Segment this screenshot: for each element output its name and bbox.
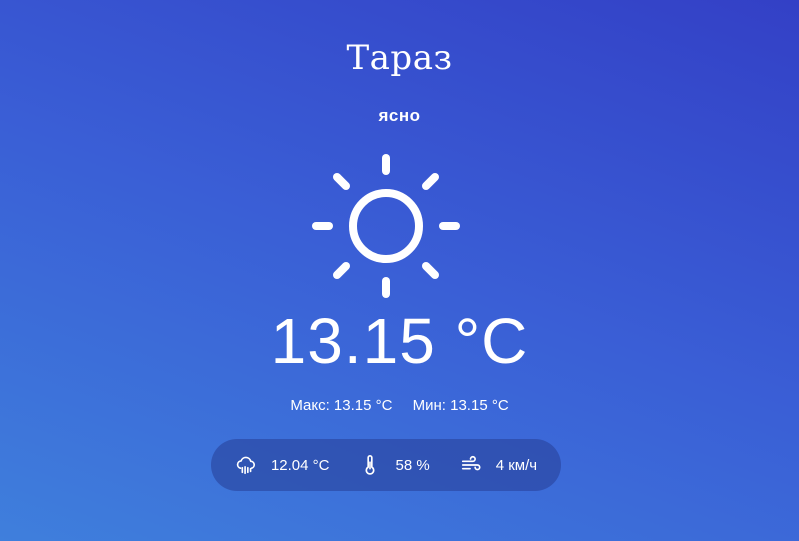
min-max-temperature: Макс: 13.15 °C Мин: 13.15 °C	[0, 397, 799, 415]
city-name: Тараз	[346, 38, 453, 78]
weather-description: ясно	[378, 106, 421, 125]
rain-cloud-icon	[235, 454, 257, 476]
weather-details-bar: 12.04 °C 58 % 4 км/ч	[211, 439, 561, 491]
thermometer-icon	[359, 454, 381, 476]
min-label: Мин:	[412, 397, 446, 414]
humidity-value: 58 %	[395, 456, 430, 474]
wind-icon	[460, 454, 482, 476]
sun-icon	[311, 151, 461, 301]
humidity-stat: 58 %	[359, 454, 430, 476]
max-temperature: Макс: 13.15 °C	[290, 397, 396, 414]
current-temperature: 13.15 °C	[270, 305, 529, 377]
min-value: 13.15 °C	[450, 397, 509, 414]
feels-like-value: 12.04 °C	[270, 456, 330, 474]
wind-stat: 4 км/ч	[460, 454, 537, 476]
wind-value: 4 км/ч	[495, 456, 538, 474]
feels-like-stat: 12.04 °C	[235, 454, 330, 476]
max-label: Макс:	[290, 397, 330, 414]
max-value: 13.15 °C	[333, 397, 393, 414]
min-temperature: Мин: 13.15 °C	[413, 397, 509, 414]
